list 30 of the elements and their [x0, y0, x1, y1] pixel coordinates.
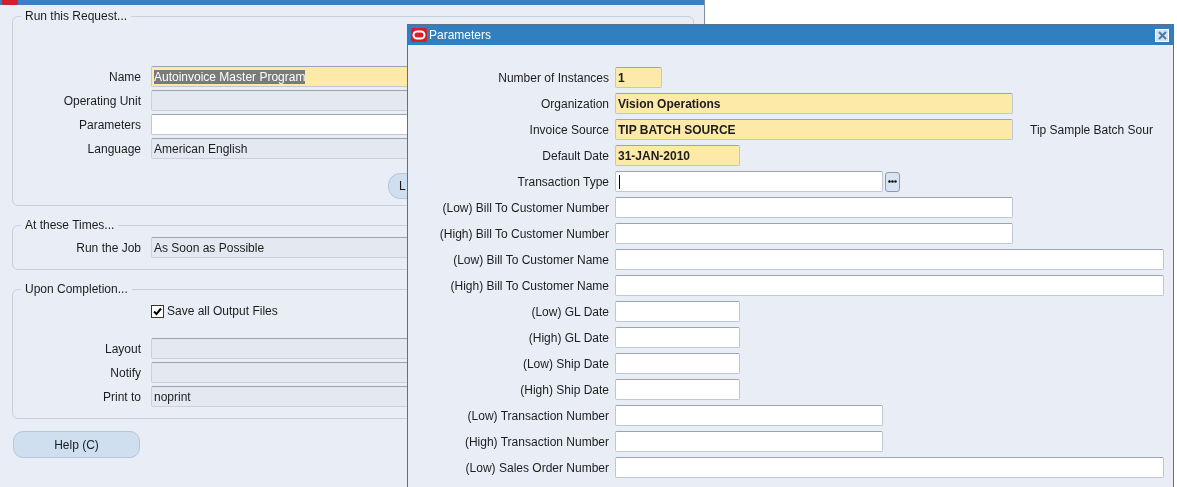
field-description: Tip Sample Batch Sour: [1030, 122, 1153, 137]
field-label: (Low) Transaction Number: [466, 408, 609, 423]
dialog-title: Parameters: [429, 28, 493, 42]
field-label: Run the Job: [75, 240, 141, 255]
field-label: Organization: [539, 96, 609, 111]
field-label: Transaction Type: [516, 174, 609, 189]
field-label: Operating Unit: [62, 93, 141, 108]
field-label: Language: [86, 141, 141, 156]
field-label: (Low) Bill To Customer Number: [441, 200, 609, 215]
field-label: (High) Transaction Number: [463, 434, 609, 449]
group-title: Run this Request...: [24, 9, 129, 23]
field-label: (High) Ship Date: [519, 382, 609, 397]
field-label: (High) Bill To Customer Name: [449, 278, 609, 293]
field-label: Number of Instances: [497, 70, 609, 85]
checkbox-label: Save all Output Files: [167, 304, 278, 318]
field-label: Invoice Source: [528, 122, 609, 137]
field-label: (High) Bill To Customer Number: [438, 226, 609, 241]
field-label: Parameters: [77, 117, 141, 132]
group-title: At these Times...: [24, 218, 116, 232]
group-title: Upon Completion...: [24, 282, 129, 296]
field-label: Print to: [102, 389, 141, 404]
field-label: (Low) Ship Date: [521, 356, 609, 371]
field-label: Default Date: [541, 148, 609, 163]
field-label: Notify: [109, 365, 141, 380]
field-label: (Low) GL Date: [530, 304, 609, 319]
field-label: (Low) Sales Order Number: [464, 460, 609, 475]
field-label: (Low) Bill To Customer Name: [452, 252, 609, 267]
field-label: (High) GL Date: [527, 330, 609, 345]
field-label: Name: [108, 69, 141, 84]
field-label: Layout: [103, 341, 141, 356]
